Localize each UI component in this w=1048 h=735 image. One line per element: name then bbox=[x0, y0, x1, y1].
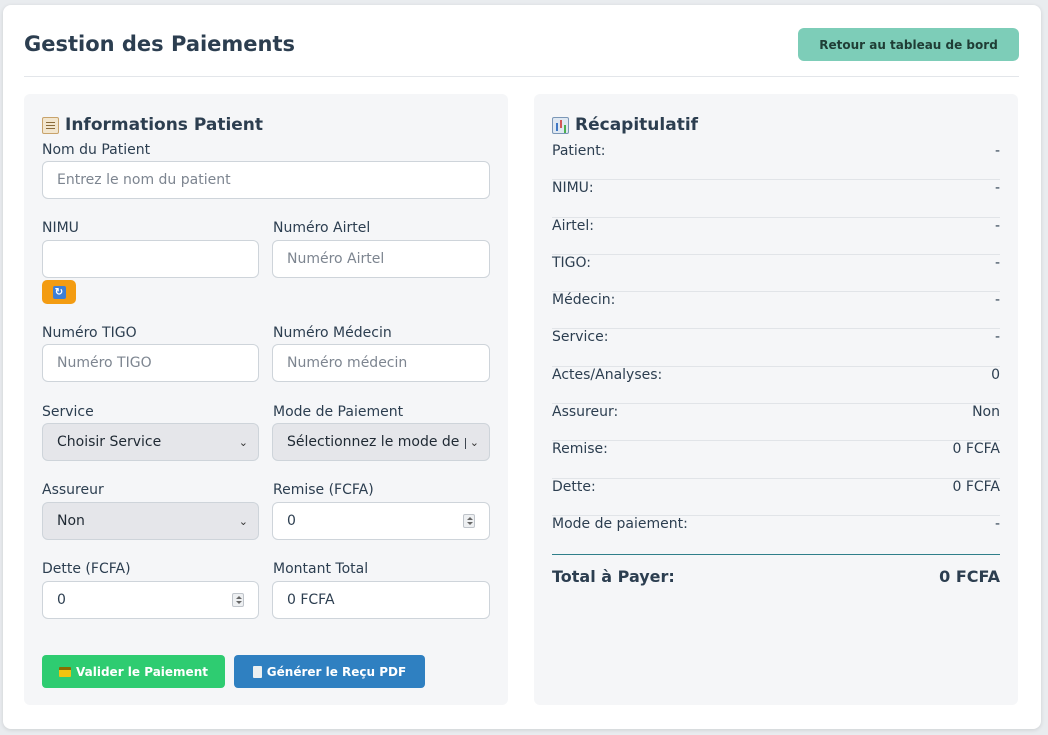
summary-row: NIMU: - bbox=[552, 180, 1000, 218]
summary-row-label: Service: bbox=[552, 329, 609, 346]
assureur-select-value: Non bbox=[57, 513, 85, 529]
summary-row-label: Médecin: bbox=[552, 292, 616, 309]
refresh-nimu-button[interactable]: ↻ bbox=[42, 280, 76, 304]
nimu-label: NIMU bbox=[42, 220, 79, 236]
clipboard-icon bbox=[42, 116, 59, 134]
summary-panel: Récapitulatif Patient: - NIMU: - Airtel: - … bbox=[534, 94, 1018, 705]
summary-row: Airtel: - bbox=[552, 218, 1000, 255]
payment-mode-value: Sélectionnez le mode de paiement bbox=[287, 434, 466, 450]
summary-row: Remise: 0 FCFA bbox=[552, 441, 1000, 479]
payment-mode-select[interactable]: Sélectionnez le mode de paiement ⌄ bbox=[272, 423, 490, 461]
summary-row-value: 0 bbox=[991, 366, 1000, 383]
summary-row-value: - bbox=[994, 143, 1000, 159]
chevron-down-icon: ⌄ bbox=[238, 435, 248, 449]
summary-row: Service: - bbox=[552, 329, 1000, 367]
summary-row-label: Patient: bbox=[552, 143, 606, 159]
service-select-value: Choisir Service bbox=[57, 434, 162, 450]
page-title: Gestion des Paiements bbox=[24, 32, 296, 56]
assureur-select[interactable]: Non ⌄ bbox=[42, 502, 259, 540]
patient-section-title: Informations Patient bbox=[65, 115, 264, 135]
remise-value: 0 bbox=[287, 513, 296, 529]
airtel-input[interactable]: Numéro Airtel bbox=[272, 240, 490, 278]
medecin-input[interactable]: Numéro médecin bbox=[272, 344, 490, 382]
summary-row: Patient: - bbox=[552, 143, 1000, 181]
page-header: Gestion des Paiements Retour au tableau … bbox=[24, 5, 1019, 77]
summary-row: Médecin: - bbox=[552, 292, 1000, 330]
validate-payment-button[interactable]: Valider le Paiement bbox=[42, 655, 225, 688]
summary-row-label: Actes/Analyses: bbox=[552, 366, 663, 383]
summary-list: Patient: - NIMU: - Airtel: - TIGO: - Médecin… bbox=[552, 143, 1000, 553]
dette-input[interactable]: 0 bbox=[42, 581, 259, 619]
remise-label: Remise (FCFA) bbox=[273, 482, 374, 498]
summary-row-label: TIGO: bbox=[552, 254, 592, 271]
dette-label: Dette (FCFA) bbox=[42, 561, 131, 577]
payment-page: Gestion des Paiements Retour au tableau … bbox=[3, 5, 1041, 729]
nimu-input[interactable] bbox=[42, 240, 259, 278]
summary-row: Actes/Analyses: 0 bbox=[552, 366, 1000, 405]
service-label: Service bbox=[42, 404, 94, 420]
patient-name-label: Nom du Patient bbox=[42, 142, 151, 158]
airtel-label: Numéro Airtel bbox=[273, 220, 371, 236]
summary-row-value: - bbox=[994, 217, 1000, 234]
summary-row-label: Assureur: bbox=[552, 404, 619, 421]
summary-row-value: - bbox=[994, 515, 1000, 532]
summary-row-label: NIMU: bbox=[552, 180, 594, 197]
chevron-down-icon: ⌄ bbox=[238, 514, 248, 528]
summary-row-value: - bbox=[994, 254, 1000, 271]
summary-row-value: - bbox=[994, 180, 1000, 197]
bar-chart-icon bbox=[552, 116, 569, 134]
credit-card-icon bbox=[59, 666, 72, 677]
summary-row-label: Remise: bbox=[552, 441, 608, 458]
patient-info-panel: Informations Patient Nom du Patient Entr… bbox=[24, 94, 508, 705]
tigo-label: Numéro TIGO bbox=[42, 325, 137, 341]
total-to-pay: Total à Payer: 0 FCFA bbox=[552, 567, 1000, 586]
payment-mode-label: Mode de Paiement bbox=[273, 404, 404, 420]
tigo-input[interactable]: Numéro TIGO bbox=[42, 344, 259, 382]
chevron-down-icon: ⌄ bbox=[469, 435, 479, 449]
summary-row-value: - bbox=[994, 292, 1000, 309]
refresh-icon: ↻ bbox=[52, 285, 66, 299]
total-to-pay-value: 0 FCFA bbox=[939, 567, 1000, 586]
generate-pdf-label: Générer le Reçu PDF bbox=[266, 664, 407, 679]
summary-row-label: Mode de paiement: bbox=[552, 515, 688, 532]
summary-row-value: - bbox=[994, 329, 1000, 346]
validate-payment-label: Valider le Paiement bbox=[76, 664, 208, 679]
summary-section-title: Récapitulatif bbox=[575, 115, 699, 135]
total-divider bbox=[552, 554, 1000, 555]
number-spinner-icon[interactable] bbox=[463, 514, 475, 528]
patient-section-header: Informations Patient bbox=[42, 115, 263, 135]
summary-row-label: Dette: bbox=[552, 478, 596, 495]
summary-row-value: 0 FCFA bbox=[952, 478, 1000, 495]
summary-row: Assureur: Non bbox=[552, 404, 1000, 442]
medecin-label: Numéro Médecin bbox=[273, 325, 392, 341]
total-to-pay-label: Total à Payer: bbox=[552, 567, 675, 586]
montant-total-label: Montant Total bbox=[273, 561, 369, 577]
generate-pdf-button[interactable]: Générer le Reçu PDF bbox=[234, 655, 425, 688]
number-spinner-icon[interactable] bbox=[232, 593, 244, 607]
assureur-label: Assureur bbox=[42, 482, 104, 498]
summary-row-label: Airtel: bbox=[552, 217, 594, 234]
montant-total-field: 0 FCFA bbox=[272, 581, 490, 619]
patient-name-input[interactable]: Entrez le nom du patient bbox=[42, 161, 490, 199]
summary-row: Mode de paiement: - bbox=[552, 516, 1000, 553]
dette-value: 0 bbox=[57, 592, 66, 608]
summary-row: Dette: 0 FCFA bbox=[552, 479, 1000, 516]
summary-section-header: Récapitulatif bbox=[552, 115, 698, 135]
service-select[interactable]: Choisir Service ⌄ bbox=[42, 423, 259, 461]
summary-row-value: Non bbox=[972, 404, 1000, 421]
document-icon bbox=[252, 665, 262, 678]
summary-row-value: 0 FCFA bbox=[952, 441, 1000, 458]
summary-row: TIGO: - bbox=[552, 254, 1000, 293]
back-to-dashboard-button[interactable]: Retour au tableau de bord bbox=[798, 28, 1019, 61]
remise-input[interactable]: 0 bbox=[272, 502, 490, 540]
